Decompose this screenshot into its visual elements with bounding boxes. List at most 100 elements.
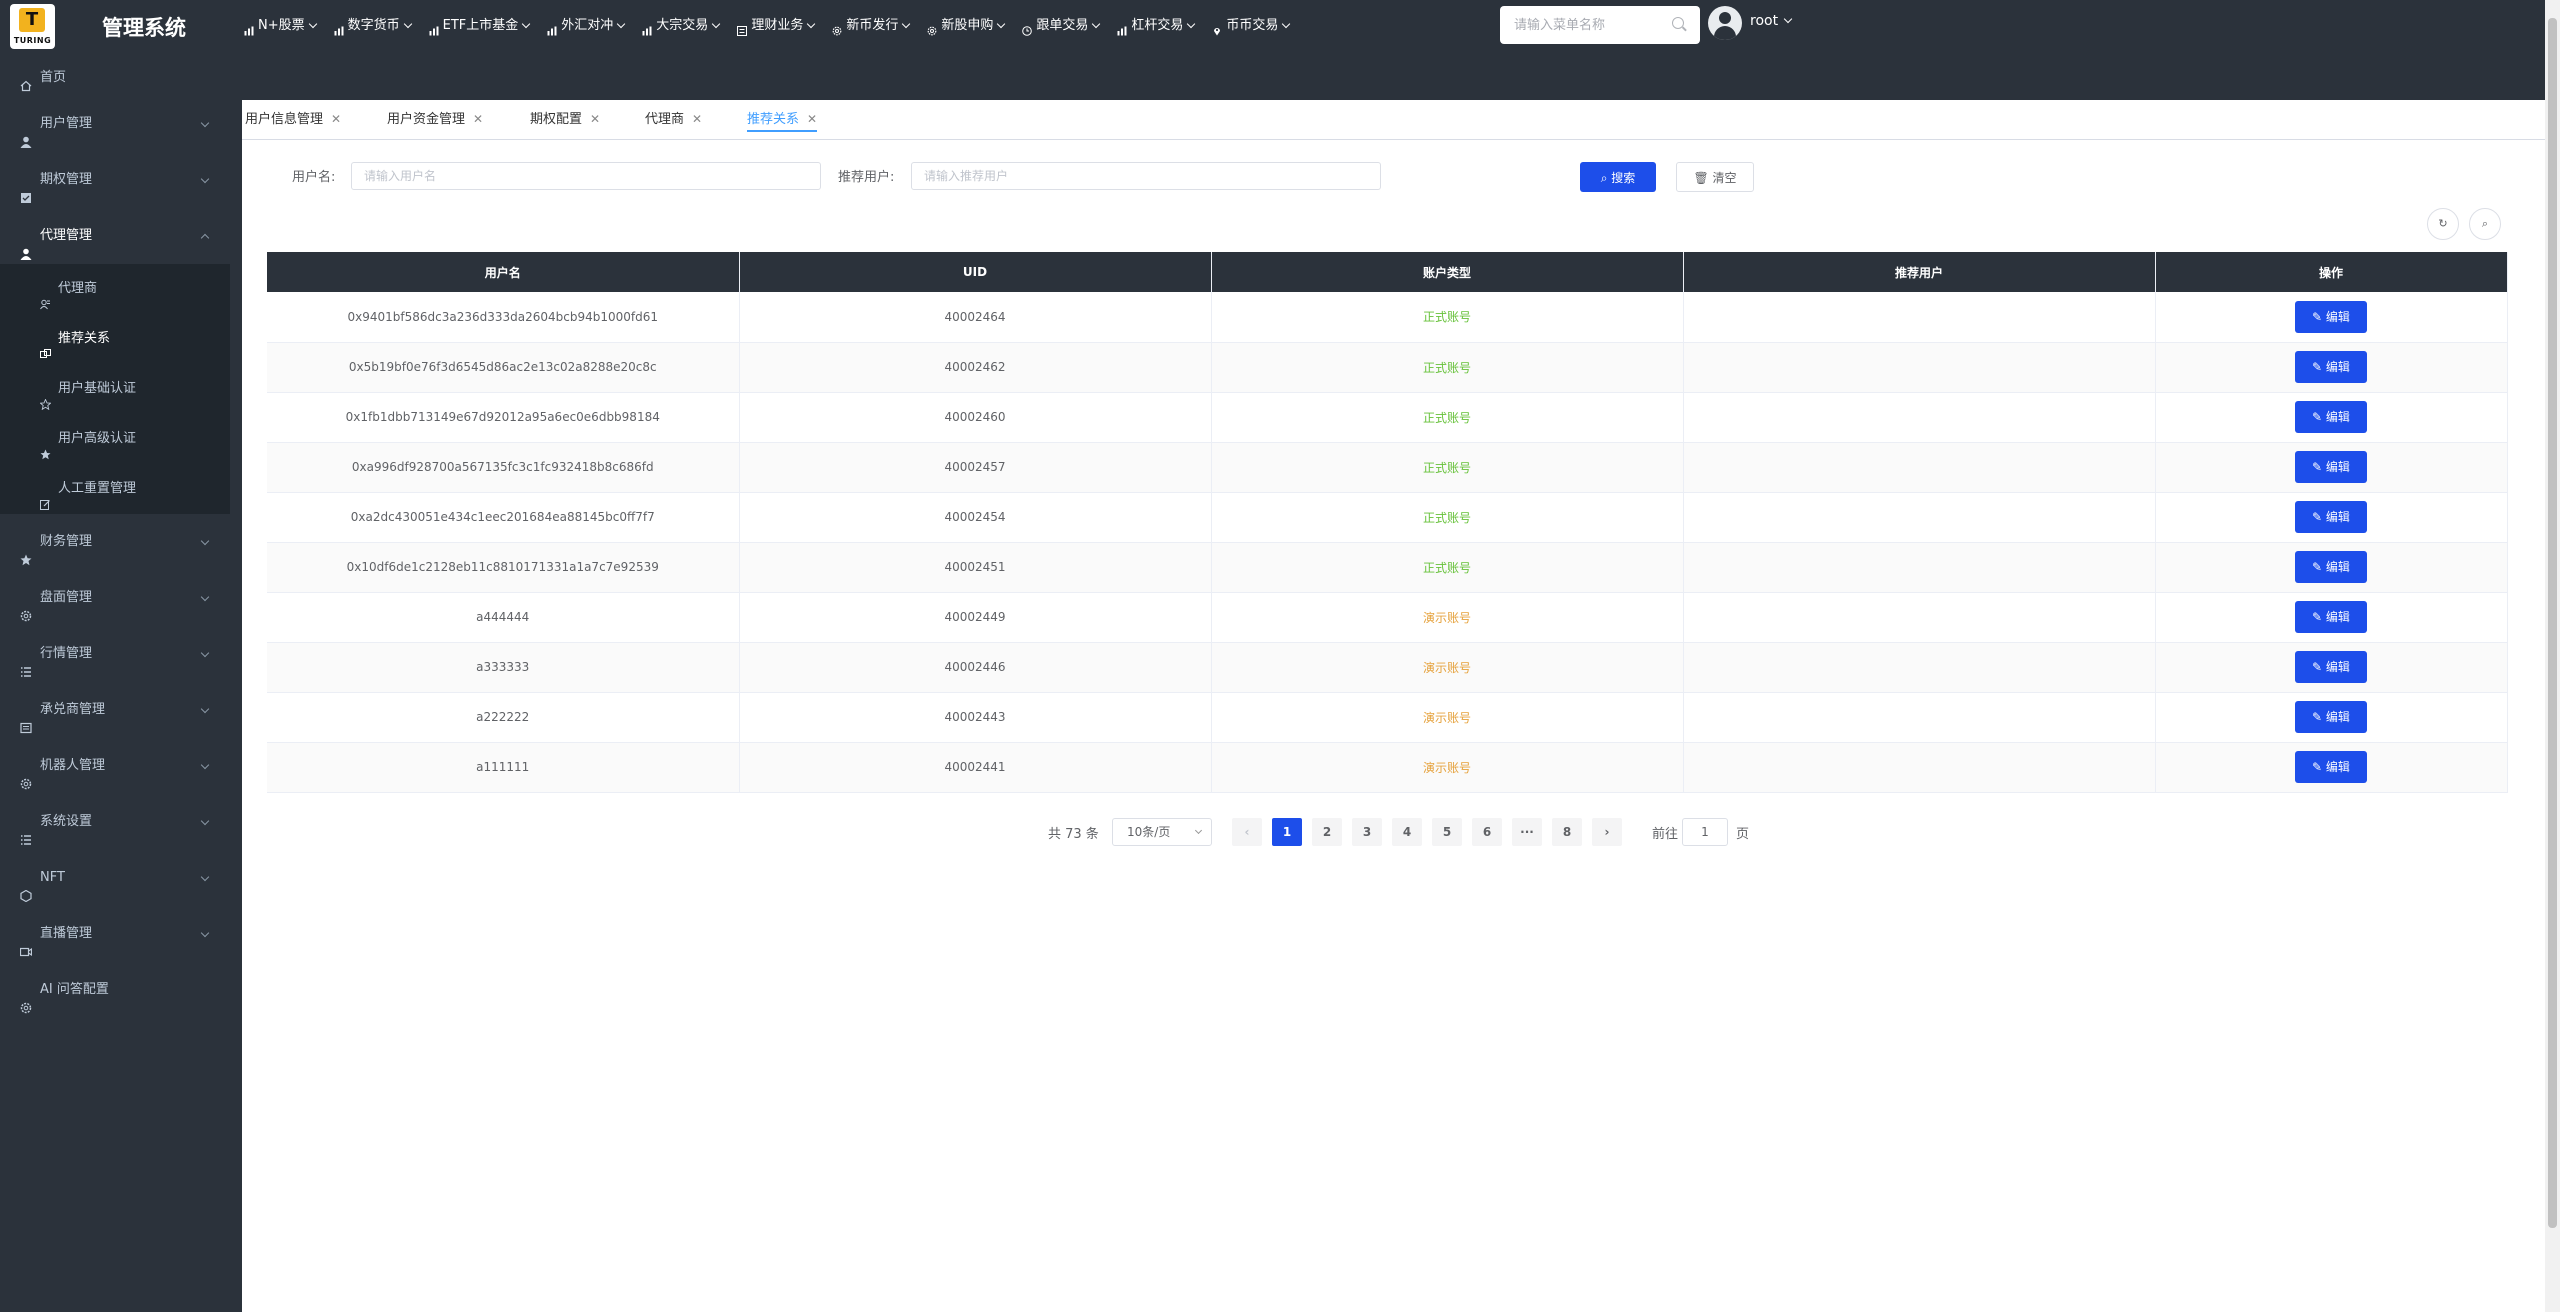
account-type-cell-text: 演示账号 — [1422, 660, 1471, 675]
sidebar: 首页 用户管理 期权管理 代理管理 代理商 推荐关系 用户基础认证 用户高级认证… — [0, 60, 230, 1312]
refresh-button[interactable]: ↻ — [2427, 208, 2459, 240]
sidebar-item-finance[interactable]: 财务管理 — [0, 514, 230, 570]
page-size-select[interactable]: 10条/页 — [1112, 818, 1212, 846]
page-number-button[interactable]: 4 — [1392, 818, 1422, 846]
clear-button[interactable]: 🗑 清空 — [1676, 162, 1754, 192]
sidebar-item-agent-management[interactable]: 代理管理 — [0, 208, 230, 264]
page-number-button[interactable]: 8 — [1552, 818, 1582, 846]
toggle-search-button[interactable]: ⌕ — [2469, 208, 2501, 240]
username-label: 用户名: — [292, 170, 336, 185]
sidebar-item-quotes[interactable]: 行情管理 — [0, 626, 230, 682]
close-icon[interactable]: ✕ — [473, 108, 483, 130]
clear-button-label: 清空 — [1712, 170, 1737, 185]
main-content: 用户信息管理 ✕ 用户资金管理 ✕ 期权配置 ✕ 代理商 ✕ 推荐关系 ✕ 用户名: 推荐… — [242, 100, 2545, 1312]
close-icon[interactable]: ✕ — [692, 108, 702, 130]
uid-cell: 40002460 — [739, 392, 1212, 443]
uid-cell-text: 40002441 — [944, 760, 1006, 774]
nav-item[interactable]: 外汇对冲 — [547, 14, 626, 38]
sidebar-subitem-manual-reset[interactable]: 人工重置管理 — [0, 464, 230, 514]
sidebar-item-home[interactable]: 首页 — [0, 60, 230, 96]
avatar[interactable] — [1708, 6, 1742, 40]
edit-button[interactable]: ✎ 编辑 — [2295, 501, 2367, 533]
close-icon[interactable]: ✕ — [807, 108, 817, 130]
prev-page-button[interactable]: ‹ — [1232, 818, 1262, 846]
username-cell: 0x9401bf586dc3a236d333da2604bcb94b1000fd… — [267, 292, 740, 343]
sidebar-subitem-basic-verification[interactable]: 用户基础认证 — [0, 364, 230, 414]
sidebar-item-robots[interactable]: 机器人管理 — [0, 738, 230, 794]
nav-item[interactable]: 理财业务 — [737, 14, 816, 38]
list-icon — [737, 21, 748, 36]
page-number-button[interactable]: 5 — [1432, 818, 1462, 846]
account-type-cell-text: 正式账号 — [1422, 410, 1471, 425]
goto-page-input[interactable] — [1682, 818, 1728, 846]
nav-item[interactable]: ETF上市基金 — [429, 14, 531, 38]
edit-button[interactable]: ✎ 编辑 — [2295, 300, 2367, 333]
app-title: 管理系统 — [102, 16, 186, 40]
sidebar-item-label: AI 问答配置 — [40, 982, 109, 997]
page-number-button[interactable]: 1 — [1272, 818, 1302, 846]
column-header: 推荐用户 — [1683, 252, 2156, 292]
edit-button[interactable]: ✎ 编辑 — [2295, 751, 2367, 783]
sidebar-subitem-label: 用户高级认证 — [58, 431, 137, 446]
edit-button[interactable]: ✎ 编辑 — [2295, 701, 2367, 733]
sidebar-item-live[interactable]: 直播管理 — [0, 906, 230, 962]
menu-search-input[interactable] — [1500, 6, 1700, 44]
sidebar-item-nft[interactable]: NFT — [0, 850, 230, 906]
edit-button[interactable]: ✎ 编辑 — [2295, 451, 2367, 483]
user-name[interactable]: root — [1750, 13, 1778, 29]
chevron-right-icon: › — [1604, 825, 1610, 839]
sidebar-subitem-agents[interactable]: 代理商 — [0, 264, 230, 314]
referrer-cell — [1683, 692, 2156, 743]
search-button[interactable]: ⌕ 搜索 — [1580, 162, 1656, 192]
nav-item[interactable]: 大宗交易 — [642, 14, 721, 38]
sidebar-item-market-board[interactable]: 盘面管理 — [0, 570, 230, 626]
sidebar-item-system-settings[interactable]: 系统设置 — [0, 794, 230, 850]
username-cell-text: 0x10df6de1c2128eb11c8810171331a1a7c7e925… — [346, 560, 659, 574]
next-page-button[interactable]: › — [1592, 818, 1622, 846]
tab-option-config[interactable]: 期权配置 ✕ — [530, 108, 600, 132]
tab-referral[interactable]: 推荐关系 ✕ — [747, 108, 818, 132]
chart-bars-icon — [547, 21, 557, 36]
table-row: a333333 40002446 演示账号 ✎ 编辑 — [267, 642, 2508, 693]
nav-item[interactable]: 杠杆交易 — [1117, 14, 1196, 38]
edit-button[interactable]: ✎ 编辑 — [2295, 351, 2367, 383]
page-ellipsis-button[interactable]: ··· — [1512, 818, 1542, 846]
scrollbar[interactable] — [2545, 0, 2560, 1312]
username-input[interactable] — [351, 162, 821, 190]
nav-item[interactable]: 数字货币 — [334, 14, 412, 38]
sidebar-subitem-advanced-verification[interactable]: 用户高级认证 — [0, 414, 230, 464]
total-count: 共 73 条 — [1048, 827, 1099, 842]
page-number-button[interactable]: 3 — [1352, 818, 1382, 846]
sidebar-item-ai-qa[interactable]: AI 问答配置 — [0, 962, 230, 1018]
sidebar-item-options[interactable]: 期权管理 — [0, 152, 230, 208]
close-icon[interactable]: ✕ — [331, 108, 341, 130]
tab-agents[interactable]: 代理商 ✕ — [645, 108, 702, 132]
nav-item[interactable]: 新币发行 — [832, 14, 911, 38]
nav-item[interactable]: N+股票 — [244, 14, 317, 38]
page-number-button[interactable]: 2 — [1312, 818, 1342, 846]
agent-icon — [40, 282, 51, 310]
edit-icon: ✎ — [2312, 460, 2326, 474]
tab-user-info[interactable]: 用户信息管理 ✕ — [245, 108, 341, 132]
tab-user-funds[interactable]: 用户资金管理 ✕ — [387, 108, 483, 132]
nav-item[interactable]: 币币交易 — [1212, 14, 1291, 38]
sidebar-item-acceptors[interactable]: 承兑商管理 — [0, 682, 230, 738]
sidebar-item-user-management[interactable]: 用户管理 — [0, 96, 230, 152]
close-icon[interactable]: ✕ — [590, 108, 600, 130]
edit-button[interactable]: ✎ 编辑 — [2295, 401, 2367, 433]
referrer-input[interactable] — [911, 162, 1381, 190]
nav-item[interactable]: 跟单交易 — [1022, 14, 1101, 38]
sidebar-subitem-label: 人工重置管理 — [58, 481, 137, 496]
search-icon[interactable] — [1672, 17, 1684, 29]
table-row: 0x10df6de1c2128eb11c8810171331a1a7c7e925… — [267, 542, 2508, 593]
edit-button[interactable]: ✎ 编辑 — [2295, 651, 2367, 683]
edit-button[interactable]: ✎ 编辑 — [2295, 551, 2367, 583]
nav-item[interactable]: 新股申购 — [927, 14, 1006, 38]
edit-button[interactable]: ✎ 编辑 — [2295, 601, 2367, 633]
scrollbar-thumb[interactable] — [2548, 18, 2557, 1228]
page-number-button[interactable]: 6 — [1472, 818, 1502, 846]
sidebar-subitem-referral[interactable]: 推荐关系 — [0, 314, 230, 364]
page-size-value: 10条/页 — [1127, 825, 1171, 839]
chevron-down-icon[interactable] — [1783, 14, 1793, 24]
gear-icon — [832, 21, 842, 36]
